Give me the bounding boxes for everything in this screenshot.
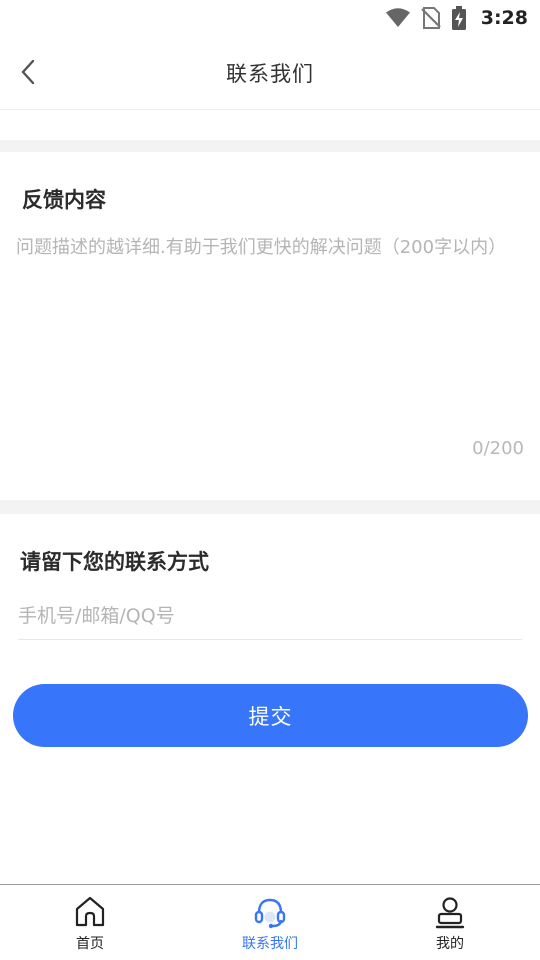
headset-icon — [254, 898, 286, 929]
feedback-textarea[interactable] — [16, 234, 526, 434]
nav-item-mine[interactable]: 我的 — [360, 885, 540, 960]
section-divider — [0, 140, 540, 152]
feedback-section: 反馈内容 0/200 — [0, 152, 540, 500]
feedback-title: 反馈内容 — [22, 188, 106, 212]
section-divider — [0, 500, 540, 514]
nav-label: 我的 — [436, 936, 464, 952]
status-bar: 3:28 — [0, 0, 540, 36]
nav-label: 首页 — [76, 936, 104, 952]
page-title: 联系我们 — [226, 62, 314, 86]
contact-input[interactable] — [18, 592, 522, 640]
wifi-icon — [385, 8, 410, 27]
home-icon — [75, 896, 105, 927]
nav-label: 联系我们 — [242, 936, 298, 952]
nav-item-home[interactable]: 首页 — [0, 885, 180, 960]
submit-button[interactable]: 提交 — [13, 684, 528, 747]
bottom-nav: 首页 联系我们 我的 — [0, 884, 540, 960]
status-time: 3:28 — [480, 7, 528, 29]
char-counter: 0/200 — [472, 438, 524, 459]
contact-section: 请留下您的联系方式 — [0, 514, 540, 674]
header: 联系我们 — [0, 36, 540, 110]
battery-charging-icon — [451, 6, 466, 30]
nav-item-contact[interactable]: 联系我们 — [180, 885, 360, 960]
contact-us-screen: 3:28 联系我们 反馈内容 0/200 请留下您的联系方式 提交 首页 — [0, 0, 540, 960]
no-sim-icon — [420, 7, 441, 29]
user-icon — [435, 897, 465, 929]
contact-title: 请留下您的联系方式 — [20, 550, 209, 574]
